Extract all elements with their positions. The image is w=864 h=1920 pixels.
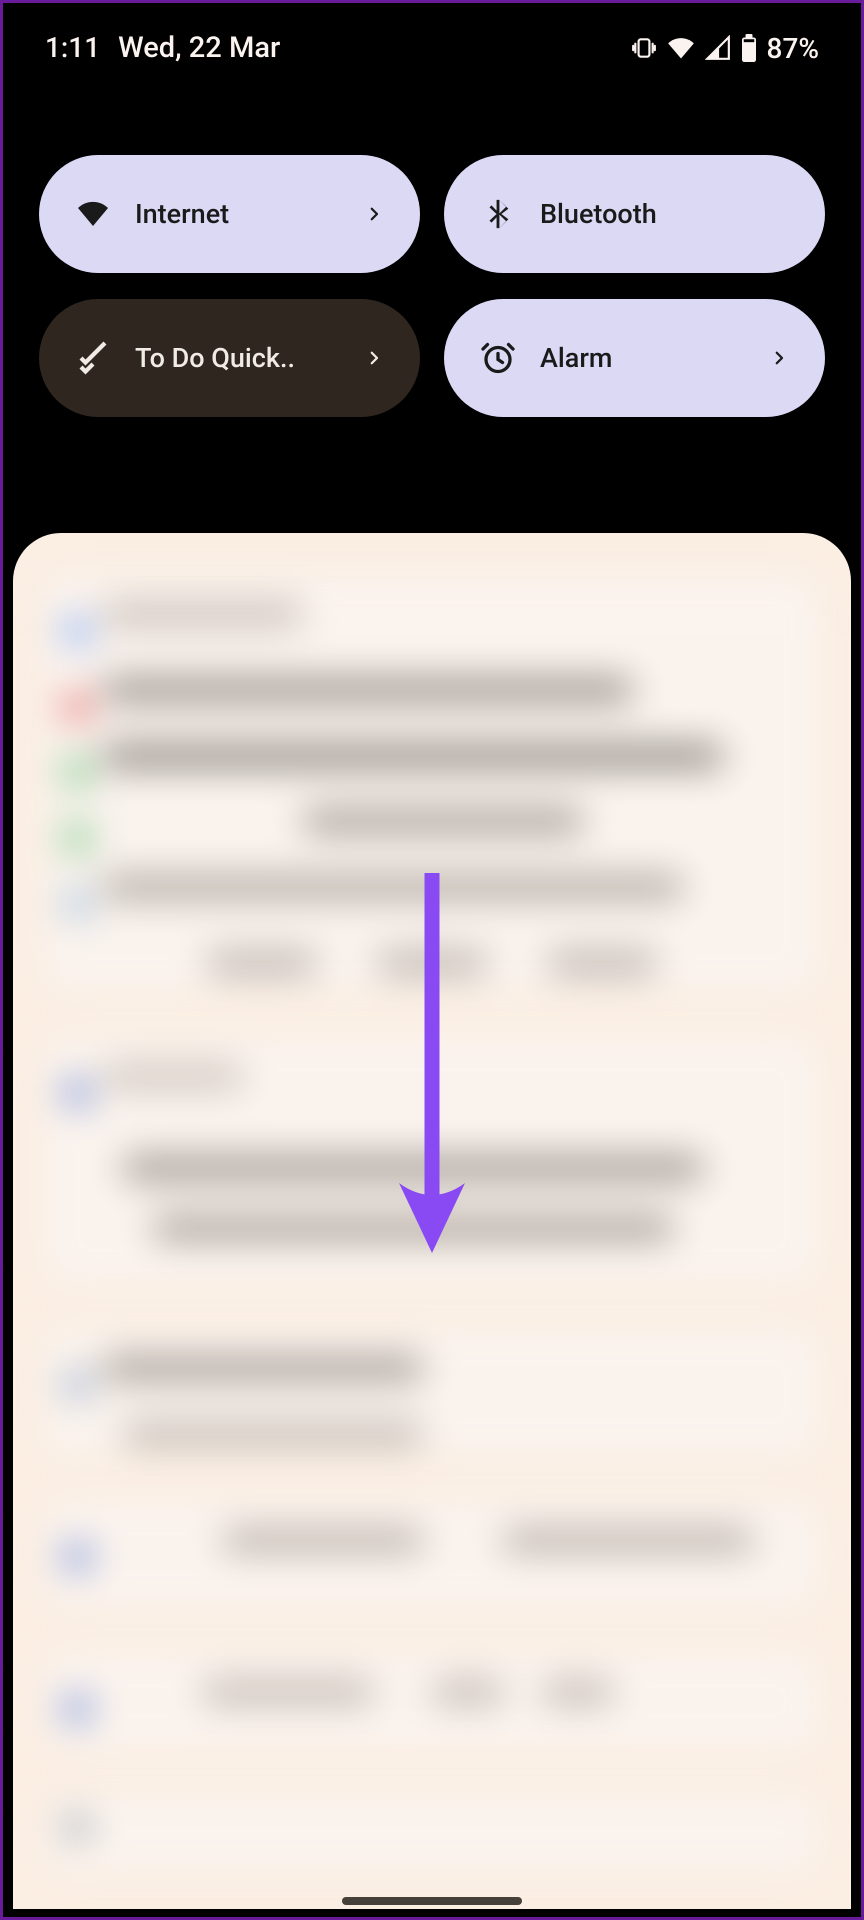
vibrate-icon (631, 35, 657, 61)
nav-handle[interactable] (342, 1897, 522, 1905)
bluetooth-icon (478, 194, 518, 234)
battery-icon (741, 34, 757, 62)
alarm-icon (478, 338, 518, 378)
qs-tile-todo[interactable]: To Do Quick.. (39, 299, 420, 417)
status-left: 1:11 Wed, 22 Mar (45, 31, 280, 65)
wifi-status-icon (667, 34, 695, 62)
qs-tile-internet[interactable]: Internet (39, 155, 420, 273)
qs-tile-label: Alarm (540, 342, 765, 374)
status-time: 1:11 (45, 31, 100, 64)
qs-row-1: Internet Bluetooth (39, 155, 825, 273)
chevron-right-icon (360, 344, 388, 372)
qs-tile-bluetooth[interactable]: Bluetooth (444, 155, 825, 273)
status-right: 87% (631, 32, 819, 65)
quick-settings-panel: Internet Bluetooth To Do Quick.. (3, 77, 861, 417)
qs-tile-label: To Do Quick.. (135, 342, 360, 374)
qs-row-2: To Do Quick.. Alarm (39, 299, 825, 417)
chevron-right-icon (360, 200, 388, 228)
qs-tile-label: Bluetooth (540, 198, 793, 230)
battery-percentage: 87% (767, 32, 819, 65)
arrow-annotation (387, 873, 477, 1267)
signal-icon (705, 35, 731, 61)
qs-tile-alarm[interactable]: Alarm (444, 299, 825, 417)
chevron-right-icon (765, 344, 793, 372)
status-bar: 1:11 Wed, 22 Mar 87% (3, 3, 861, 77)
checklist-icon (73, 338, 113, 378)
qs-tile-label: Internet (135, 198, 360, 230)
wifi-icon (73, 194, 113, 234)
status-date: Wed, 22 Mar (118, 31, 280, 65)
